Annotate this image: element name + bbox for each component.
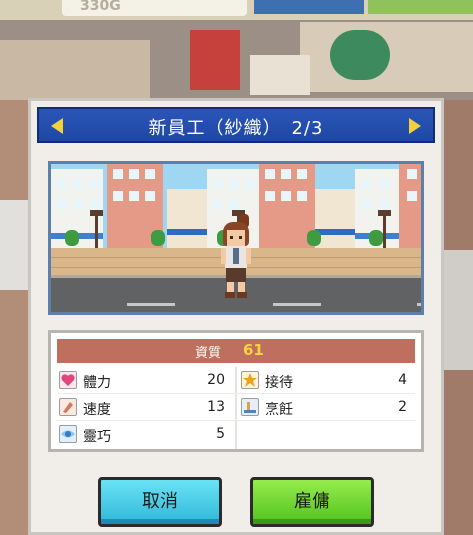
hud-tab-green[interactable] — [368, 0, 473, 14]
star-icon — [241, 371, 259, 389]
staff-preview-scene — [48, 161, 424, 315]
cooking-icon — [241, 398, 259, 416]
quality-value: 61 — [243, 341, 264, 359]
hire-button[interactable]: 雇傭 — [250, 477, 374, 527]
speed-icon — [59, 398, 77, 416]
quality-label: 資質 — [195, 346, 222, 361]
stat-service: 接待 4 — [239, 369, 415, 393]
money-display: 330G — [80, 0, 121, 14]
stat-speed: 速度 13 — [57, 396, 233, 420]
stat-stamina: 體力 20 — [57, 369, 233, 393]
stat-cooking: 烹飪 2 — [239, 396, 415, 420]
hud-tab-blue[interactable] — [254, 0, 364, 14]
dialog-title-bar: 新員工（紗織） 2/3 — [37, 107, 435, 143]
new-staff-dialog: 新員工（紗織） 2/3 資質 61 體力 20 速度 13 靈巧 5 接待 4 … — [28, 98, 444, 535]
eye-icon — [59, 425, 77, 443]
stats-panel: 資質 61 體力 20 速度 13 靈巧 5 接待 4 烹飪 2 — [48, 330, 424, 452]
cancel-button[interactable]: 取消 — [98, 477, 222, 527]
stat-dexterity: 靈巧 5 — [57, 423, 233, 447]
quality-bar: 資質 61 — [57, 339, 415, 363]
dialog-title: 新員工（紗織） 2/3 — [148, 118, 324, 139]
heart-icon — [59, 371, 77, 389]
top-hud: 330G — [0, 0, 473, 20]
staff-character-sprite — [213, 214, 259, 300]
next-arrow-icon[interactable] — [409, 118, 421, 134]
